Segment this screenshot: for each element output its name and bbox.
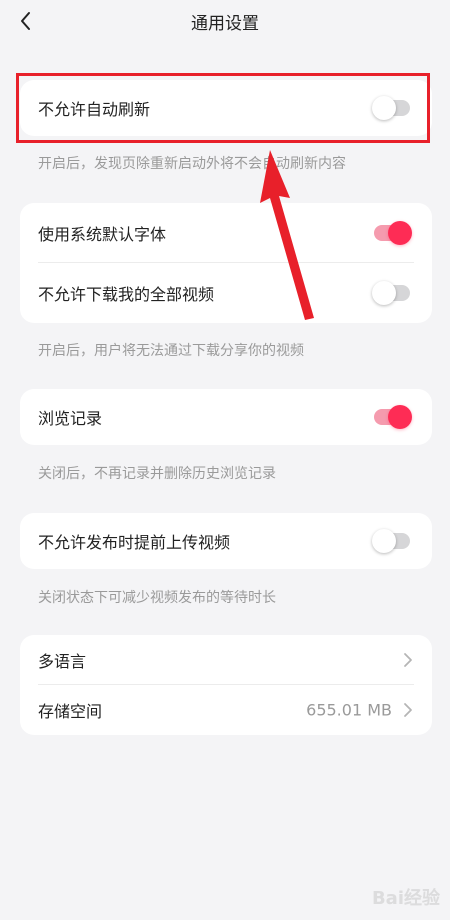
setting-label: 浏览记录 [38,409,103,428]
auto-refresh-toggle[interactable] [372,96,410,120]
chevron-right-icon [404,703,412,717]
settings-card-misc: 多语言 存储空间 655.01 MB [20,635,432,735]
toggle-knob [372,529,396,553]
disallow-download-toggle[interactable] [372,281,410,305]
setting-label: 不允许下载我的全部视频 [38,285,215,304]
settings-card-history: 浏览记录 [20,389,432,445]
annotation-arrow [260,150,314,320]
toggle-knob [372,96,396,120]
setting-label: 不允许发布时提前上传视频 [38,533,231,552]
pre-upload-toggle[interactable] [372,529,410,553]
upload-note: 关闭状态下可减少视频发布的等待时长 [38,590,276,606]
toggle-knob [388,405,412,429]
header-bar: 通用设置 [0,0,450,44]
watermark-logo: Bai经验 [371,888,440,909]
setting-label: 不允许自动刷新 [38,100,151,119]
toggle-knob [372,281,396,305]
setting-row-disallow-download[interactable]: 不允许下载我的全部视频 [20,263,432,323]
setting-row-pre-upload[interactable]: 不允许发布时提前上传视频 [20,513,432,569]
download-note: 开启后，用户将无法通过下载分享你的视频 [38,343,304,359]
page-title: 通用设置 [191,14,259,34]
chevron-right-icon [404,653,412,667]
setting-label: 使用系统默认字体 [38,225,167,244]
toggle-knob [388,221,412,245]
setting-label: 存储空间 [38,702,103,721]
settings-card-display: 使用系统默认字体 不允许下载我的全部视频 [20,203,432,323]
setting-row-system-font[interactable]: 使用系统默认字体 [20,203,432,263]
history-note: 关闭后，不再记录并删除历史浏览记录 [38,466,276,482]
setting-row-language[interactable]: 多语言 [20,635,432,685]
storage-size-value: 655.01 MB [306,700,392,720]
auto-refresh-note: 开启后，发现页除重新启动外将不会自动刷新内容 [38,156,346,172]
setting-row-browse-history[interactable]: 浏览记录 [20,389,432,445]
settings-card-refresh: 不允许自动刷新 [20,80,432,136]
browse-history-toggle[interactable] [374,405,412,429]
setting-row-auto-refresh[interactable]: 不允许自动刷新 [20,80,432,136]
system-font-toggle[interactable] [374,221,412,245]
settings-card-upload: 不允许发布时提前上传视频 [20,513,432,569]
setting-label: 多语言 [38,652,87,671]
setting-row-storage[interactable]: 存储空间 655.01 MB [20,685,432,735]
